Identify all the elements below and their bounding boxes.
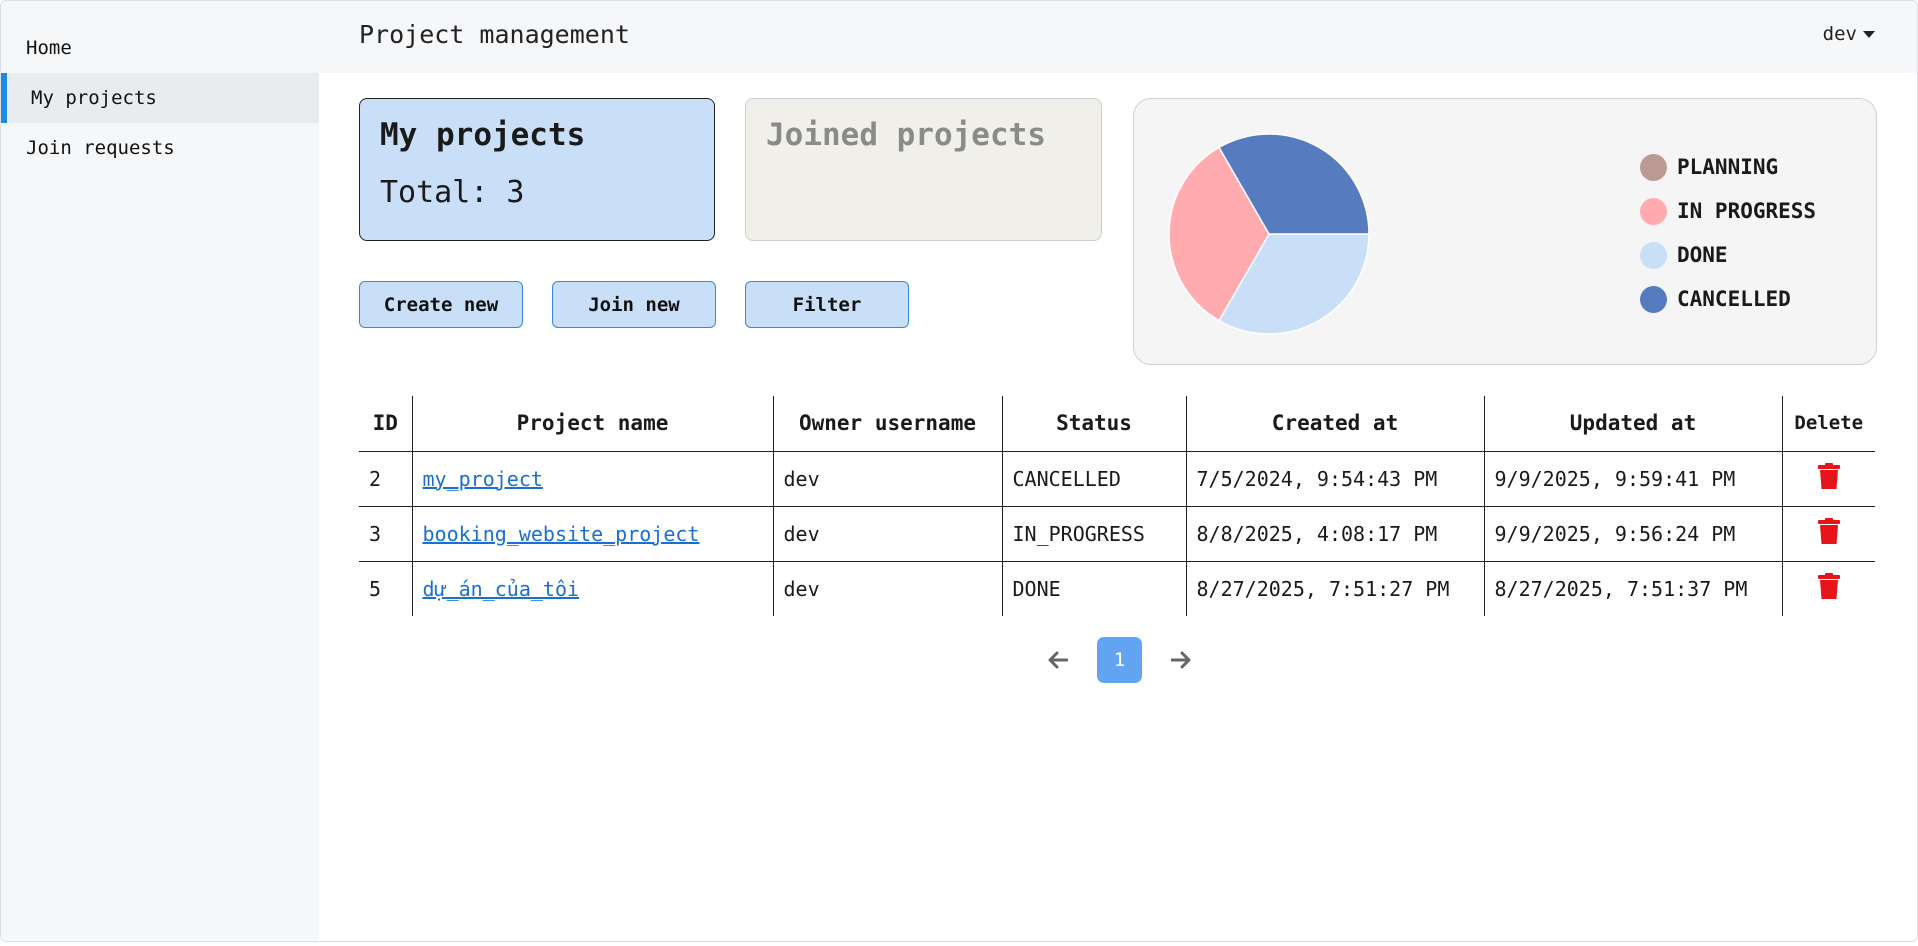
legend-swatch xyxy=(1640,197,1667,225)
trash-icon[interactable] xyxy=(1817,463,1840,494)
join-new-button[interactable]: Join new xyxy=(552,281,716,328)
cell-delete xyxy=(1781,451,1875,507)
caret-down-icon xyxy=(1863,30,1875,38)
projects-table: ID Project name Owner username Status Cr… xyxy=(359,396,1875,616)
table-row: 3 booking_website_project dev IN_PROGRES… xyxy=(359,506,1875,562)
username: dev xyxy=(1822,23,1857,45)
cell-id: 5 xyxy=(369,576,382,601)
my-projects-card[interactable]: My projects Total: 3 xyxy=(359,98,715,241)
cell-project-name: dự_án_của_tôi xyxy=(411,561,773,616)
table-header-row: ID Project name Owner username Status Cr… xyxy=(359,396,1875,452)
card-title: Joined projects xyxy=(766,117,1046,153)
legend-item-cancelled[interactable]: CANCELLED xyxy=(1640,277,1816,321)
sidebar-item-label: Home xyxy=(26,37,72,59)
cell-owner: dev xyxy=(772,451,1002,507)
arrow-left-icon[interactable] xyxy=(1041,643,1075,677)
cell-project-name: booking_website_project xyxy=(411,506,773,562)
legend-swatch xyxy=(1640,285,1667,313)
column-header-status: Status xyxy=(1001,396,1186,452)
cell-delete xyxy=(1781,561,1875,616)
cell-status: DONE xyxy=(1001,561,1186,616)
project-link[interactable]: booking_website_project xyxy=(423,522,700,546)
cell-project-name: my_project xyxy=(411,451,773,507)
top-bar: Project management dev xyxy=(319,1,1917,73)
cell-created: 8/27/2025, 7:51:27 PM xyxy=(1185,561,1484,616)
column-header-owner: Owner username xyxy=(772,396,1002,452)
column-header-id: ID xyxy=(359,396,412,452)
cell-delete xyxy=(1781,506,1875,562)
project-link[interactable]: dự_án_của_tôi xyxy=(423,577,580,601)
legend-label: PLANNING xyxy=(1677,155,1779,179)
legend-item-in-progress[interactable]: IN PROGRESS xyxy=(1640,189,1816,233)
legend-item-planning[interactable]: PLANNING xyxy=(1640,145,1816,189)
table-row: 2 my_project dev CANCELLED 7/5/2024, 9:5… xyxy=(359,451,1875,507)
sidebar-item-label: Join requests xyxy=(26,137,175,159)
cell-updated: 9/9/2025, 9:56:24 PM xyxy=(1483,506,1782,562)
sidebar: Home My projects Join requests xyxy=(1,1,319,941)
create-new-button[interactable]: Create new xyxy=(359,281,523,328)
user-menu[interactable]: dev xyxy=(1823,23,1875,45)
legend-swatch xyxy=(1640,153,1667,181)
cell-updated: 8/27/2025, 7:51:37 PM xyxy=(1483,561,1782,616)
cell-created: 7/5/2024, 9:54:43 PM xyxy=(1185,451,1484,507)
pagination: 1 xyxy=(1041,637,1198,683)
legend-label: CANCELLED xyxy=(1677,287,1791,311)
sidebar-item-join-requests[interactable]: Join requests xyxy=(1,123,319,173)
page-button-current[interactable]: 1 xyxy=(1097,637,1142,683)
joined-projects-card[interactable]: Joined projects xyxy=(745,98,1102,241)
status-pie-chart xyxy=(1168,133,1370,335)
chart-legend: PLANNING IN PROGRESS DONE CANCELLED xyxy=(1640,145,1816,321)
status-chart-card: PLANNING IN PROGRESS DONE CANCELLED xyxy=(1133,98,1877,365)
sidebar-item-my-projects[interactable]: My projects xyxy=(1,73,319,123)
cell-id: 3 xyxy=(359,506,412,562)
app-window: Home My projects Join requests Project m… xyxy=(0,0,1918,942)
column-header-updated: Updated at xyxy=(1483,396,1782,452)
card-title: My projects xyxy=(380,117,586,153)
arrow-right-icon[interactable] xyxy=(1164,643,1198,677)
legend-item-done[interactable]: DONE xyxy=(1640,233,1816,277)
legend-label: IN PROGRESS xyxy=(1677,199,1817,223)
sidebar-item-home[interactable]: Home xyxy=(1,23,319,73)
table-row: 5 dự_án_của_tôi dev DONE 8/27/2025, 7:51… xyxy=(359,561,1875,616)
cell-owner: dev xyxy=(772,506,1002,562)
column-header-project-name: Project name xyxy=(411,396,773,452)
cell-status: CANCELLED xyxy=(1001,451,1186,507)
filter-button[interactable]: Filter xyxy=(745,281,909,328)
column-header-delete: Delete xyxy=(1781,396,1875,452)
legend-label: DONE xyxy=(1677,243,1728,267)
cell-status: IN_PROGRESS xyxy=(1001,506,1186,562)
column-header-created: Created at xyxy=(1185,396,1484,452)
project-total: Total: 3 xyxy=(380,175,525,210)
trash-icon[interactable] xyxy=(1817,573,1840,604)
cell-id: 2 xyxy=(359,451,412,507)
cell-created: 8/8/2025, 4:08:17 PM xyxy=(1185,506,1484,562)
legend-swatch xyxy=(1640,241,1667,269)
sidebar-item-label: My projects xyxy=(31,87,157,109)
project-link[interactable]: my_project xyxy=(423,467,543,491)
cell-owner: dev xyxy=(772,561,1002,616)
page-title: Project management xyxy=(359,19,630,49)
trash-icon[interactable] xyxy=(1817,518,1840,549)
cell-updated: 9/9/2025, 9:59:41 PM xyxy=(1483,451,1782,507)
